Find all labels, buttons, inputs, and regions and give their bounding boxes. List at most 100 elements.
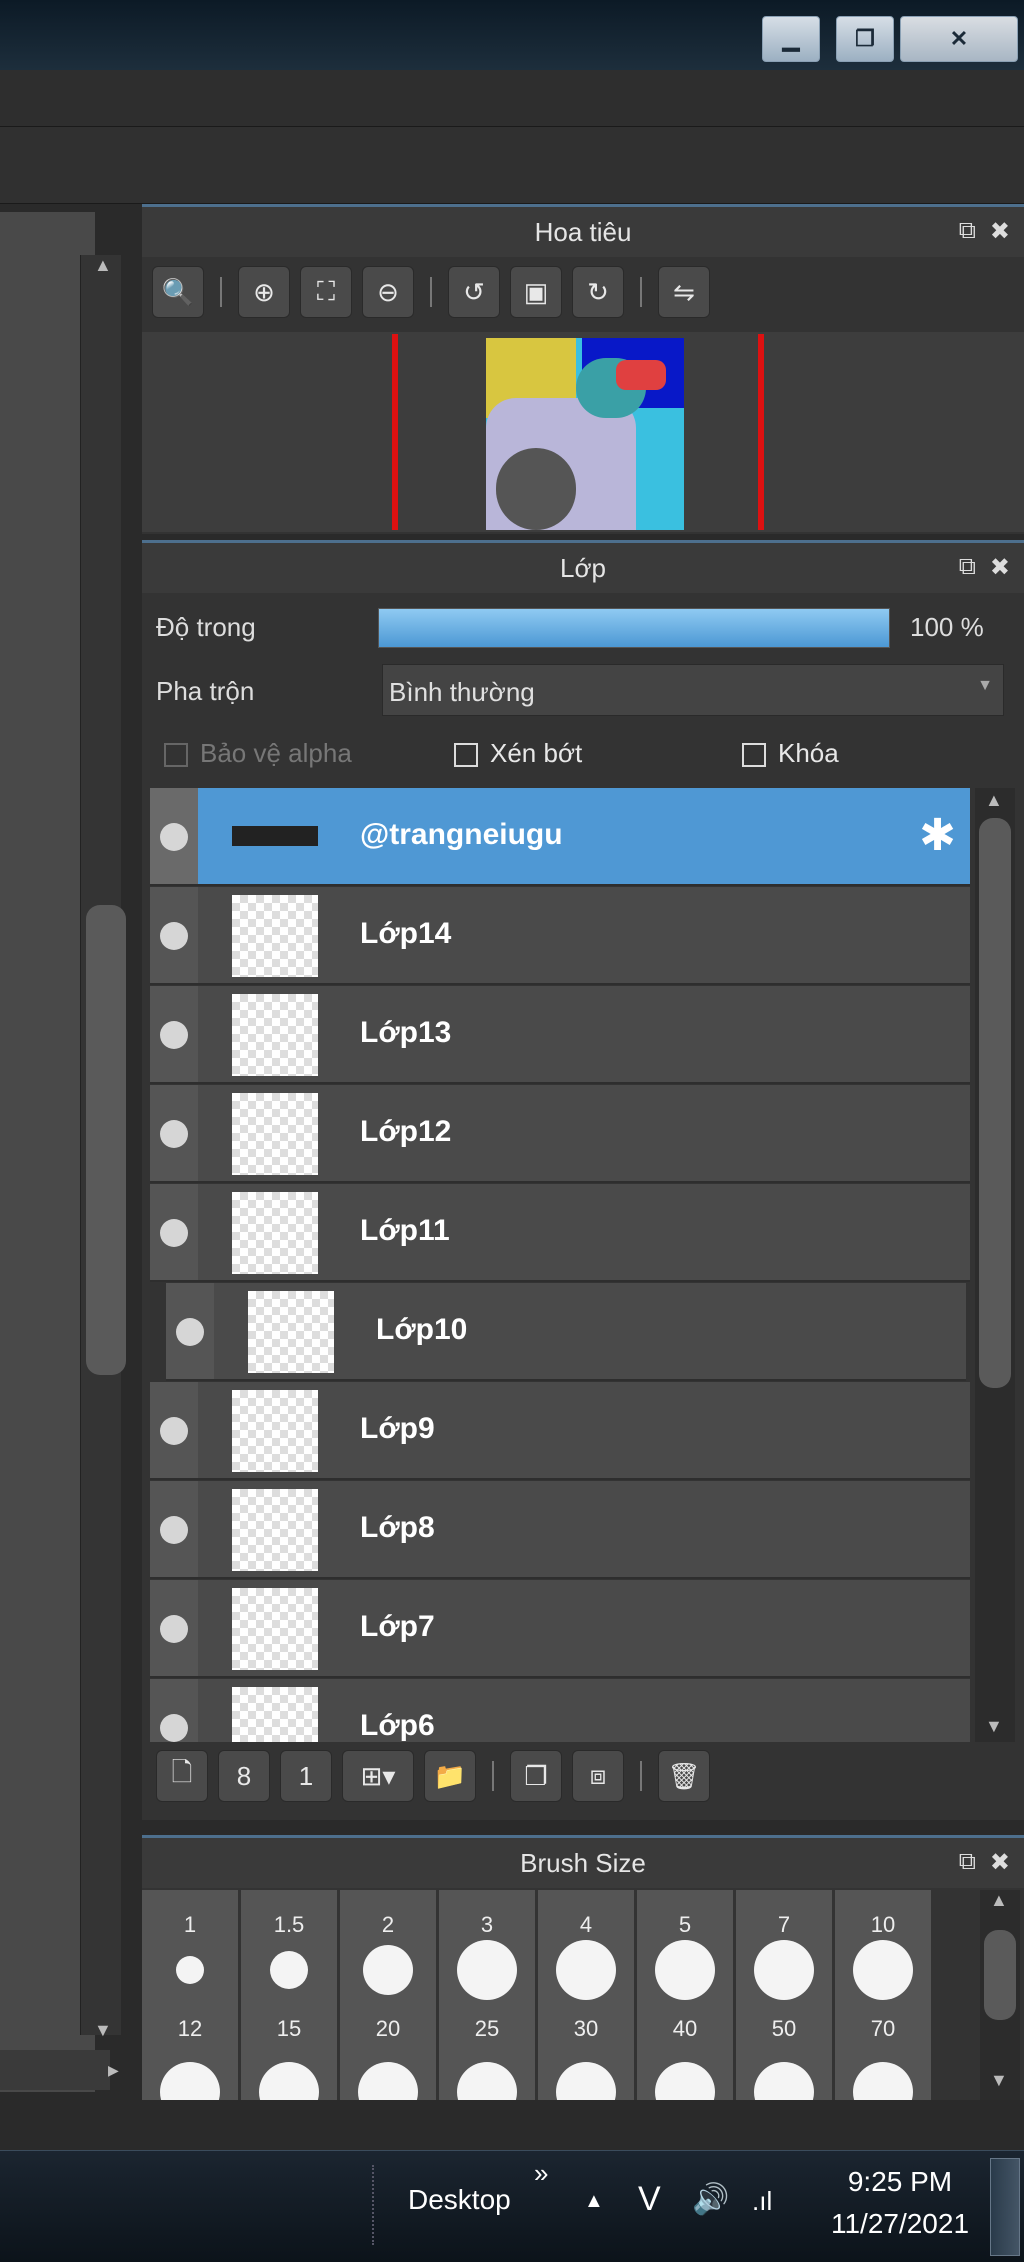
show-desktop-button[interactable] (990, 2158, 1020, 2256)
scroll-down-arrow-icon[interactable]: ▼ (94, 2020, 112, 2041)
visibility-dot-icon[interactable] (160, 1021, 188, 1049)
layer-visibility-toggle[interactable] (150, 986, 198, 1082)
app-tray-v-icon[interactable]: V (638, 2180, 661, 2219)
close-panel-icon[interactable]: ✖ (990, 217, 1010, 246)
new-layer-icon[interactable]: 🗋 (156, 1750, 208, 1802)
layer-row[interactable]: @trangneiugu ✱ (150, 788, 970, 886)
new-8bit-layer-icon[interactable]: 8 (218, 1750, 270, 1802)
minimize-button[interactable]: ▁ (762, 16, 820, 62)
protect-alpha-option[interactable]: Bảo vệ alpha (164, 738, 352, 769)
layer-visibility-toggle[interactable] (150, 1184, 198, 1280)
visibility-dot-icon[interactable] (160, 1219, 188, 1247)
opacity-slider[interactable] (378, 608, 890, 648)
layer-visibility-toggle[interactable] (150, 1085, 198, 1181)
layer-row[interactable]: Lớp10 (166, 1283, 966, 1381)
scroll-up-arrow-icon[interactable]: ▲ (94, 255, 112, 276)
visibility-dot-icon[interactable] (160, 1120, 188, 1148)
scroll-down-arrow-icon[interactable]: ▼ (985, 1716, 1003, 1737)
delete-layer-icon[interactable]: 🗑 (658, 1750, 710, 1802)
new-folder-icon[interactable]: 📁 (424, 1750, 476, 1802)
add-layer-menu-icon[interactable]: ⊞▾ (342, 1750, 414, 1802)
layer-row[interactable]: Lớp7 (150, 1580, 970, 1678)
rotate-right-icon[interactable]: ↻ (572, 266, 624, 318)
detach-icon[interactable]: ⧉ (959, 1848, 976, 1877)
brush-size-option[interactable]: 40 (637, 2016, 733, 2100)
layer-list-scroll-thumb[interactable] (979, 818, 1011, 1388)
layer-row[interactable]: Lớp13 (150, 986, 970, 1084)
flip-icon[interactable]: ⇋ (658, 266, 710, 318)
protect-alpha-checkbox[interactable] (164, 743, 188, 768)
zoom-out-icon[interactable]: ⊖ (362, 266, 414, 318)
maximize-button[interactable]: ❐ (836, 16, 894, 62)
close-panel-icon[interactable]: ✖ (990, 1848, 1010, 1877)
opacity-value: 100 % (910, 612, 984, 642)
clipping-option[interactable]: Xén bớt (454, 738, 582, 769)
detach-icon[interactable]: ⧉ (959, 553, 976, 582)
layer-row[interactable]: Lớp14 (150, 887, 970, 985)
layer-row[interactable]: Lớp6 (150, 1679, 970, 1742)
visibility-dot-icon[interactable] (160, 1714, 188, 1742)
visibility-dot-icon[interactable] (160, 1417, 188, 1445)
brush-size-option[interactable]: 12 (142, 2016, 238, 2100)
brush-size-label: 1.5 (273, 1912, 305, 1937)
detach-icon[interactable]: ⧉ (959, 217, 976, 246)
layer-visibility-toggle[interactable] (150, 1580, 198, 1676)
brush-size-option[interactable]: 20 (340, 2016, 436, 2100)
layer-thumbnail (232, 895, 318, 977)
scroll-down-arrow-icon[interactable]: ▼ (990, 2070, 1008, 2091)
network-signal-icon[interactable]: .ıl (752, 2186, 772, 2217)
merge-layer-icon[interactable]: ⧈ (572, 1750, 624, 1802)
brush-size-option[interactable]: 50 (736, 2016, 832, 2100)
layer-row[interactable]: Lớp9 (150, 1382, 970, 1480)
layer-visibility-toggle[interactable] (150, 887, 198, 983)
brush-size-option[interactable]: 70 (835, 2016, 931, 2100)
brush-size-option[interactable]: 25 (439, 2016, 535, 2100)
show-hidden-icons-icon[interactable]: ▲ (584, 2190, 604, 2213)
clipping-checkbox[interactable] (454, 743, 478, 768)
layer-row[interactable]: Lớp11 (150, 1184, 970, 1282)
zoom-reset-icon[interactable]: 🔍 (152, 266, 204, 318)
layer-row[interactable]: Lớp12 (150, 1085, 970, 1183)
scroll-up-arrow-icon[interactable]: ▲ (985, 790, 1003, 811)
layer-row[interactable]: Lớp8 (150, 1481, 970, 1579)
desktop-toolbar[interactable]: Desktop (408, 2184, 511, 2216)
layer-visibility-toggle[interactable] (150, 788, 198, 884)
canvas-scroll-thumb[interactable] (86, 905, 126, 1375)
toolbar-chevron-icon[interactable]: » (534, 2158, 548, 2189)
blend-mode-select[interactable]: Bình thường ▼ (382, 664, 1004, 716)
fit-screen-icon[interactable]: ▣ (510, 266, 562, 318)
layer-settings-gear-icon[interactable]: ✱ (919, 810, 956, 861)
brush-size-option[interactable]: 30 (538, 2016, 634, 2100)
visibility-dot-icon[interactable] (160, 922, 188, 950)
brush-size-option[interactable]: 15 (241, 2016, 337, 2100)
visibility-dot-icon[interactable] (160, 823, 188, 851)
clock-time[interactable]: 9:25 PM (820, 2166, 980, 2198)
new-1bit-layer-icon[interactable]: 1 (280, 1750, 332, 1802)
fit-icon[interactable]: ⛶ (300, 266, 352, 318)
close-button[interactable]: ✕ (900, 16, 1018, 62)
separator (640, 277, 642, 307)
brush-scroll-thumb[interactable] (984, 1930, 1016, 2020)
layer-visibility-toggle[interactable] (166, 1283, 214, 1379)
zoom-in-icon[interactable]: ⊕ (238, 266, 290, 318)
volume-icon[interactable]: 🔊 (692, 2182, 729, 2217)
close-panel-icon[interactable]: ✖ (990, 553, 1010, 582)
rotate-left-icon[interactable]: ↺ (448, 266, 500, 318)
layer-visibility-toggle[interactable] (150, 1481, 198, 1577)
visibility-dot-icon[interactable] (160, 1615, 188, 1643)
visibility-dot-icon[interactable] (176, 1318, 204, 1346)
lock-option[interactable]: Khóa (742, 738, 839, 769)
layer-visibility-toggle[interactable] (150, 1382, 198, 1478)
canvas-horizontal-scrollbar[interactable] (0, 2050, 110, 2090)
navigator-header: Hoa tiêu ⧉ ✖ (142, 204, 1024, 257)
navigator-preview-area[interactable] (142, 332, 1024, 532)
clock-date[interactable]: 11/27/2021 (820, 2208, 980, 2240)
layer-list-scrollbar[interactable]: ▲ ▼ (975, 788, 1015, 1742)
lock-checkbox[interactable] (742, 743, 766, 768)
brush-size-scrollbar[interactable]: ▲ ▼ (980, 1890, 1020, 2100)
scroll-right-arrow-icon[interactable]: ▶ (108, 2062, 119, 2079)
layer-visibility-toggle[interactable] (150, 1679, 198, 1742)
visibility-dot-icon[interactable] (160, 1516, 188, 1544)
scroll-up-arrow-icon[interactable]: ▲ (990, 1890, 1008, 1911)
duplicate-layer-icon[interactable]: ❐ (510, 1750, 562, 1802)
